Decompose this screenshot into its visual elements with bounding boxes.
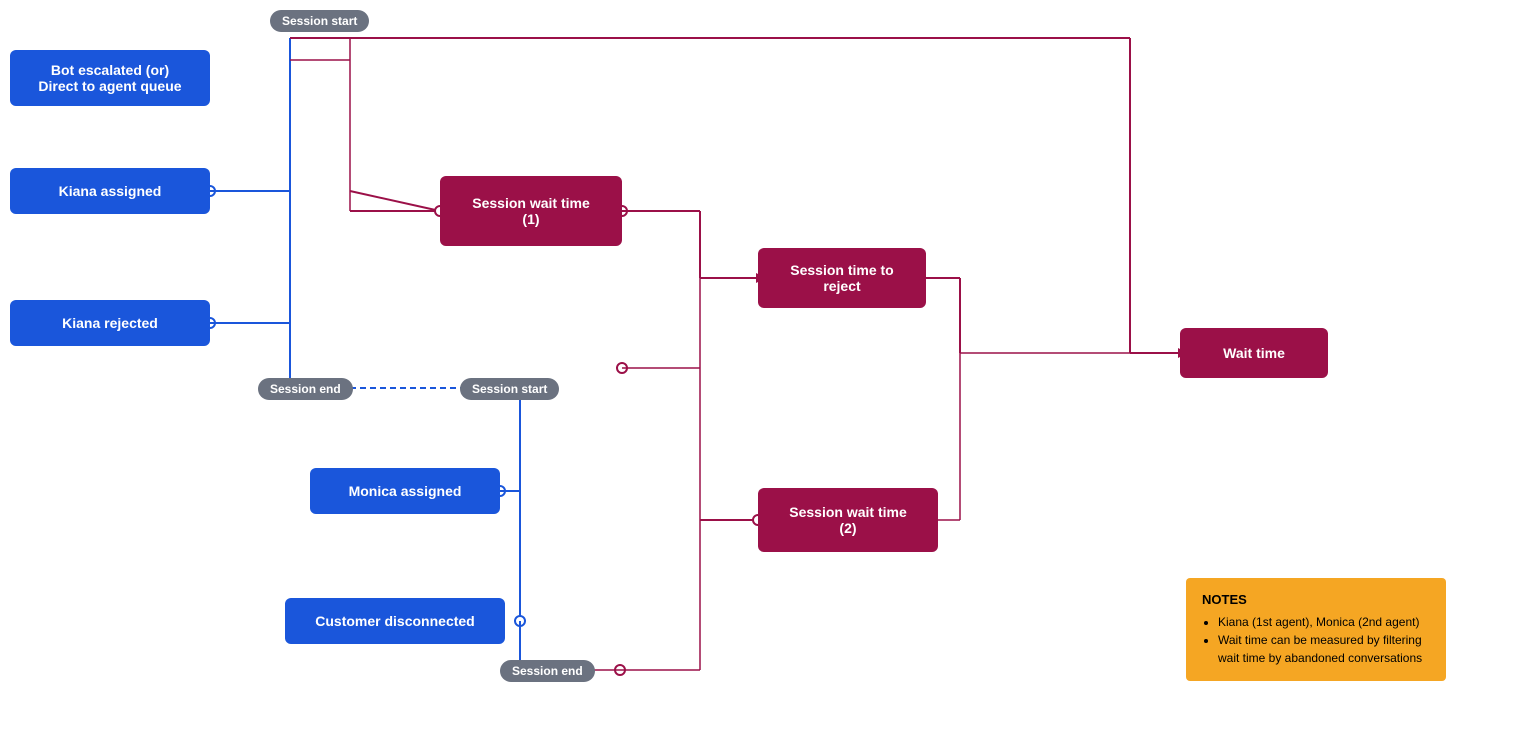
session-end-1-label: Session end <box>258 378 353 400</box>
session-time-reject-node: Session time to reject <box>758 248 926 308</box>
notes-box: NOTES Kiana (1st agent), Monica (2nd age… <box>1186 578 1446 681</box>
notes-item-2: Wait time can be measured by filtering w… <box>1218 631 1430 667</box>
notes-item-1: Kiana (1st agent), Monica (2nd agent) <box>1218 613 1430 631</box>
session-wait-time-2-node: Session wait time (2) <box>758 488 938 552</box>
monica-assigned-node: Monica assigned <box>310 468 500 514</box>
wait-time-node: Wait time <box>1180 328 1328 378</box>
notes-title: NOTES <box>1202 592 1430 607</box>
notes-list: Kiana (1st agent), Monica (2nd agent) Wa… <box>1202 613 1430 667</box>
kiana-rejected-node: Kiana rejected <box>10 300 210 346</box>
session-start-2-label: Session start <box>460 378 559 400</box>
session-start-1-label: Session start <box>270 10 369 32</box>
bot-escalated-node: Bot escalated (or) Direct to agent queue <box>10 50 210 106</box>
kiana-assigned-node: Kiana assigned <box>10 168 210 214</box>
session-wait-time-1-node: Session wait time (1) <box>440 176 622 246</box>
session-end-2-label: Session end <box>500 660 595 682</box>
diagram: Session start Bot escalated (or) Direct … <box>0 0 1536 738</box>
customer-disconnected-node: Customer disconnected <box>285 598 505 644</box>
